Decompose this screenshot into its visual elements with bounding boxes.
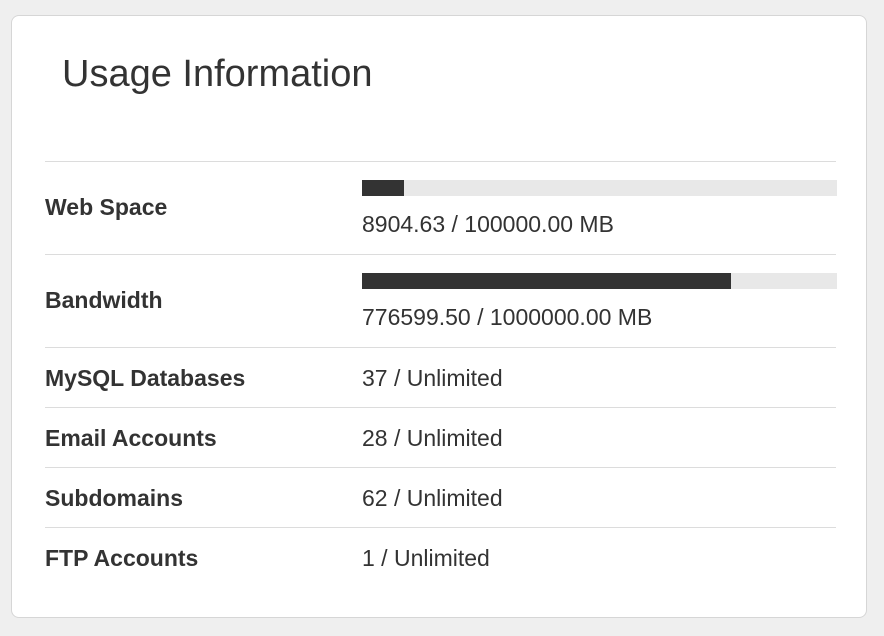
- usage-row-subdomains: Subdomains 62 / Unlimited: [45, 468, 836, 528]
- bandwidth-progress-bar: [362, 273, 837, 289]
- usage-row-email-accounts: Email Accounts 28 / Unlimited: [45, 408, 836, 468]
- usage-row-ftp-accounts: FTP Accounts 1 / Unlimited: [45, 528, 836, 588]
- usage-table: Web Space 8904.63 / 100000.00 MB Bandwid…: [45, 161, 837, 588]
- web-space-progress-fill: [362, 180, 405, 196]
- bandwidth-progress-fill: [362, 273, 731, 289]
- usage-information-card: Usage Information Web Space 8904.63 / 10…: [11, 15, 867, 618]
- usage-row-web-space: Web Space 8904.63 / 100000.00 MB: [45, 162, 837, 255]
- email-accounts-value: 28 / Unlimited: [362, 425, 503, 451]
- email-accounts-label: Email Accounts: [45, 425, 217, 451]
- subdomains-label: Subdomains: [45, 485, 184, 511]
- web-space-value: 8904.63 / 100000.00 MB: [362, 211, 614, 237]
- mysql-databases-label: MySQL Databases: [45, 365, 246, 391]
- mysql-databases-value: 37 / Unlimited: [362, 365, 503, 391]
- card-title: Usage Information: [62, 53, 373, 95]
- subdomains-value: 62 / Unlimited: [362, 485, 503, 511]
- web-space-progress-bar: [362, 180, 837, 196]
- ftp-accounts-value: 1 / Unlimited: [362, 545, 490, 571]
- usage-row-mysql-databases: MySQL Databases 37 / Unlimited: [45, 348, 836, 408]
- bandwidth-label: Bandwidth: [45, 287, 163, 313]
- usage-row-bandwidth: Bandwidth 776599.50 / 1000000.00 MB: [45, 255, 837, 348]
- ftp-accounts-label: FTP Accounts: [45, 545, 199, 571]
- bandwidth-value: 776599.50 / 1000000.00 MB: [362, 304, 653, 330]
- web-space-label: Web Space: [45, 194, 168, 220]
